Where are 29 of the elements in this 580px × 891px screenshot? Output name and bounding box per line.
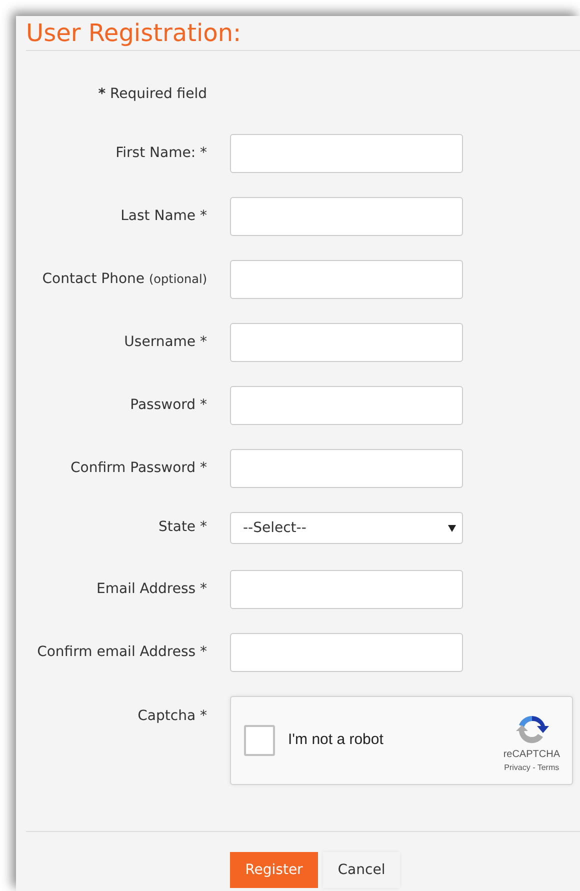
field-label: Contact Phone (optional) bbox=[42, 271, 207, 287]
input-field[interactable] bbox=[230, 260, 463, 299]
recaptcha-label: reCAPTCHA bbox=[503, 748, 560, 762]
field-label: Captcha * bbox=[138, 708, 207, 724]
state-select[interactable]: --Select-- bbox=[230, 512, 463, 544]
privacy-link[interactable]: Privacy bbox=[504, 763, 530, 772]
input-field[interactable] bbox=[230, 449, 463, 488]
input-field[interactable] bbox=[230, 570, 463, 609]
field-label: Last Name * bbox=[120, 208, 207, 224]
field-label: Username * bbox=[124, 334, 207, 350]
checkbox-label: I'm not a robot bbox=[288, 730, 384, 750]
field-label: Email Address * bbox=[96, 581, 207, 597]
field-label: Confirm Password * bbox=[70, 460, 207, 476]
field-label: Password * bbox=[130, 397, 207, 413]
field-label: First Name: * bbox=[116, 145, 207, 161]
input-field[interactable] bbox=[230, 134, 463, 173]
input-field[interactable] bbox=[230, 197, 463, 236]
page-title: User Registration: bbox=[26, 16, 580, 51]
input-field[interactable] bbox=[230, 323, 463, 362]
cancel-button[interactable]: Cancel bbox=[323, 852, 400, 888]
link-separator: - bbox=[532, 763, 536, 772]
terms-link[interactable]: Terms bbox=[537, 763, 560, 772]
dropdown-arrow-icon bbox=[448, 524, 456, 532]
required-field-note: * Required field bbox=[98, 86, 207, 102]
input-field[interactable] bbox=[230, 386, 463, 425]
field-label: Confirm email Address * bbox=[37, 644, 207, 660]
field-label: State * bbox=[158, 519, 207, 535]
input-field[interactable] bbox=[230, 633, 463, 672]
checkbox[interactable] bbox=[244, 725, 275, 756]
